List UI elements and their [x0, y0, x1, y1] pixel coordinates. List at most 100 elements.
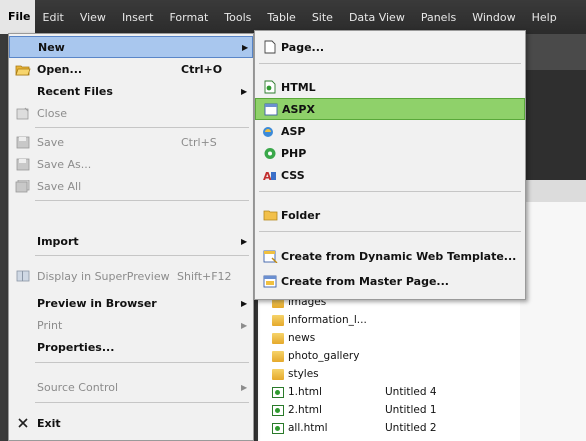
menu-divider [259, 63, 521, 64]
submenu-item-create-from-dwt[interactable]: Create from Dynamic Web Template... [255, 245, 525, 267]
html-file-icon [262, 80, 278, 94]
submenu-item-css[interactable]: A CSS [255, 164, 525, 186]
submenu-arrow-icon: ▶ [241, 320, 248, 330]
menu-item-label: New [38, 40, 65, 54]
asp-file-icon [262, 124, 278, 138]
menu-item-label: Source Control [37, 380, 119, 394]
svg-text:A: A [263, 170, 272, 182]
menu-format[interactable]: Format [162, 11, 217, 24]
submenu-arrow-icon: ▶ [242, 42, 249, 52]
list-item[interactable]: information_l... [272, 311, 367, 329]
menu-item-label: Print [37, 318, 63, 332]
menu-item-label: Recent Files [37, 84, 113, 98]
aspx-file-icon [263, 102, 279, 116]
menu-edit[interactable]: Edit [35, 11, 72, 24]
folder-icon [272, 332, 284, 344]
file-name: 2.html [288, 404, 322, 416]
menu-item-label: Preview in Browser [37, 296, 157, 310]
menu-item-close[interactable]: Close [9, 102, 253, 124]
superpreview-icon [15, 269, 31, 283]
menu-divider [35, 362, 249, 363]
list-item[interactable]: all.html Untitled 2 [272, 419, 512, 437]
menu-item-import[interactable]: Import ▶ [9, 230, 253, 252]
submenu-item-html[interactable]: HTML [255, 76, 525, 98]
menu-item-display-superpreview[interactable]: Display in SuperPreview Shift+F12 [9, 265, 253, 287]
html-file-icon [272, 404, 284, 416]
list-item[interactable]: photo_gallery [272, 347, 359, 365]
menu-divider [35, 200, 249, 201]
submenu-item-label: CSS [281, 168, 305, 182]
submenu-arrow-icon: ▶ [241, 298, 248, 308]
menu-item-new[interactable]: New ▶ [9, 36, 253, 58]
list-item[interactable]: styles [272, 365, 319, 383]
exit-x-icon [15, 416, 31, 430]
list-item[interactable]: 2.html Untitled 1 [272, 401, 512, 419]
folder-icon [272, 368, 284, 380]
menu-insert[interactable]: Insert [114, 11, 162, 24]
menu-window[interactable]: Window [464, 11, 523, 24]
menu-table[interactable]: Table [259, 11, 303, 24]
master-page-icon [262, 274, 278, 288]
submenu-item-aspx[interactable]: ASPX [255, 98, 525, 120]
submenu-item-label: ASPX [282, 102, 315, 116]
menu-divider [35, 402, 249, 403]
save-as-icon [15, 157, 31, 171]
menu-divider [35, 255, 249, 256]
menu-item-shortcut: Ctrl+O [181, 62, 223, 76]
file-title: Untitled 1 [385, 404, 437, 416]
submenu-item-create-from-master[interactable]: Create from Master Page... [255, 270, 525, 292]
html-file-icon [272, 386, 284, 398]
folder-icon [262, 208, 278, 222]
submenu-arrow-icon: ▶ [241, 86, 248, 96]
menu-item-label: Save [37, 135, 65, 149]
menu-item-exit[interactable]: Exit [9, 412, 253, 434]
submenu-item-folder[interactable]: Folder [255, 204, 525, 226]
menu-item-label: Display in SuperPreview [37, 269, 170, 283]
folder-icon [272, 314, 284, 326]
list-item[interactable]: 1.html Untitled 4 [272, 383, 512, 401]
folder-icon [272, 350, 284, 362]
file-name: all.html [288, 422, 328, 434]
menu-panels[interactable]: Panels [413, 11, 464, 24]
menu-item-shortcut: Shift+F12 [177, 269, 232, 283]
menubar: File Edit View Insert Format Tools Table… [0, 0, 586, 34]
menu-file[interactable]: File [0, 0, 35, 34]
menu-item-preview-in-browser[interactable]: Preview in Browser ▶ [9, 292, 253, 314]
menu-item-shortcut: Ctrl+S [181, 135, 217, 149]
save-all-icon [15, 179, 31, 193]
list-item[interactable]: news [272, 329, 315, 347]
menu-item-save[interactable]: Save Ctrl+S [9, 131, 253, 153]
menu-help[interactable]: Help [524, 11, 565, 24]
menu-item-label: Properties... [37, 340, 115, 354]
html-file-icon [272, 422, 284, 434]
menu-tools[interactable]: Tools [216, 11, 259, 24]
menu-item-recent-files[interactable]: Recent Files ▶ [9, 80, 253, 102]
menu-item-label: Open... [37, 62, 83, 76]
submenu-arrow-icon: ▶ [241, 236, 248, 246]
file-title: Untitled 2 [385, 422, 437, 434]
close-document-icon [15, 106, 31, 120]
submenu-item-label: Create from Master Page... [281, 274, 449, 288]
menu-item-source-control[interactable]: Source Control ▶ [9, 376, 253, 398]
menu-item-save-all[interactable]: Save All [9, 175, 253, 197]
menu-item-label: Save All [37, 179, 82, 193]
php-file-icon [262, 146, 278, 160]
menu-data-view[interactable]: Data View [341, 11, 413, 24]
menu-item-save-as[interactable]: Save As... [9, 153, 253, 175]
open-folder-icon [15, 62, 31, 76]
submenu-item-label: PHP [281, 146, 307, 160]
editor-tabbar [520, 180, 586, 202]
menu-item-properties[interactable]: Properties... [9, 336, 253, 358]
submenu-item-php[interactable]: PHP [255, 142, 525, 164]
menu-view[interactable]: View [72, 11, 114, 24]
submenu-item-page[interactable]: Page... [255, 36, 525, 58]
file-name: news [288, 332, 316, 344]
menu-item-label: Exit [37, 416, 61, 430]
menu-divider [259, 231, 521, 232]
file-name: styles [288, 368, 319, 380]
menu-item-open[interactable]: Open... Ctrl+O [9, 58, 253, 80]
menu-site[interactable]: Site [304, 11, 341, 24]
submenu-item-label: ASP [281, 124, 306, 138]
submenu-item-asp[interactable]: ASP [255, 120, 525, 142]
menu-item-print[interactable]: Print ▶ [9, 314, 253, 336]
